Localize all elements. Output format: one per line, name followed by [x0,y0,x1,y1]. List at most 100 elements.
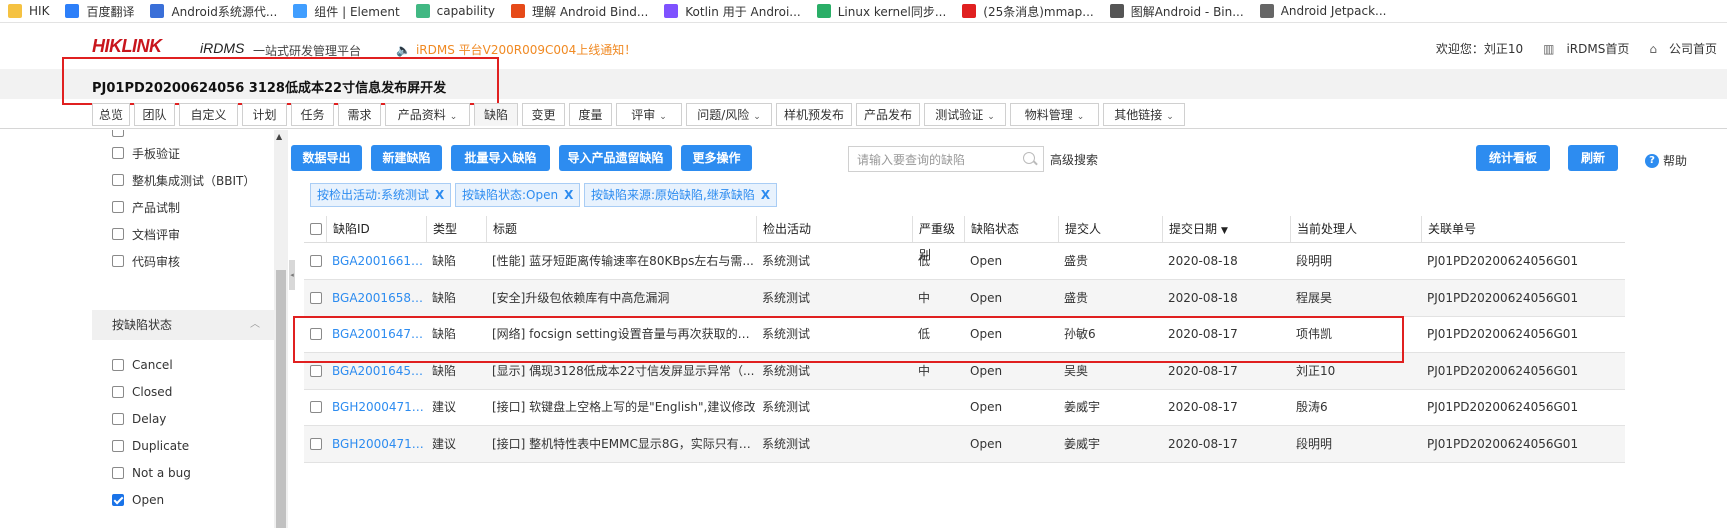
tab-item[interactable]: 问题/风险 ⌄ [686,103,772,126]
checkbox[interactable] [112,228,124,240]
more-actions-button[interactable]: 更多操作 [681,145,752,171]
row-checkbox[interactable] [310,437,322,450]
column-header-defect-id[interactable]: 缺陷ID [326,216,426,242]
bookmark-item[interactable]: Android Jetpack... [1252,0,1395,22]
column-header-type[interactable]: 类型 [426,216,486,242]
checkbox[interactable] [112,174,124,186]
batch-import-button[interactable]: 批量导入缺陷 [451,145,550,171]
scroll-up-arrow-icon[interactable]: ▲ [276,132,282,141]
bookmark-item[interactable]: capability [408,0,503,22]
tab-item[interactable]: 测试验证 ⌄ [924,103,1006,126]
column-header-status[interactable]: 缺陷状态 [964,216,1058,242]
bookmark-item[interactable]: Android系统源代... [142,0,285,22]
close-icon[interactable]: X [435,188,444,202]
activity-filter-item[interactable]: 产品试制 [112,197,180,217]
filter-chip[interactable]: 按缺陷状态:Open X [455,183,581,207]
tab-item[interactable]: 产品发布 [856,103,920,126]
bookmark-item[interactable]: Kotlin 用于 Androi... [656,0,808,22]
checkbox[interactable] [112,494,124,506]
cell-title[interactable]: [性能] 蓝牙短距离传输速率在80KBps左右与需... [486,243,756,279]
advanced-search-link[interactable]: 高级搜索 [1050,151,1098,168]
checkbox[interactable] [112,255,124,267]
checkbox[interactable] [112,130,124,137]
status-filter-item[interactable]: Not a bug [112,463,191,483]
tab-item[interactable]: 团队 [134,103,175,126]
status-filter-item[interactable]: Cancel [112,355,173,375]
sidebar-collapse-handle[interactable]: ◂ [289,260,295,290]
activity-filter-item[interactable]: 手板验证 [112,143,180,163]
tab-item[interactable]: 其他链接 ⌄ [1103,103,1185,126]
dashboard-button[interactable]: 统计看板 [1476,145,1550,171]
status-filter-item[interactable]: Duplicate [112,436,189,456]
table-row[interactable]: BGH200047117 建议 [接口] 软键盘上空格上写的是"English",建… [304,389,1625,426]
tab-item[interactable]: 需求 [338,103,381,126]
export-button[interactable]: 数据导出 [291,145,362,171]
filter-chip[interactable]: 按检出活动:系统测试 X [310,183,452,207]
tab-item[interactable]: 任务 [291,103,334,126]
activity-filter-item[interactable]: 代码审核 [112,251,180,271]
column-header-activity[interactable]: 检出活动 [756,216,912,242]
tab-item[interactable]: 样机预发布 [776,103,852,126]
hiklink-logo[interactable]: HIKLINK [92,36,162,57]
status-filter-header[interactable]: 按缺陷状态 ︿ [92,310,274,340]
status-filter-item[interactable]: Delay [112,409,166,429]
import-legacy-button[interactable]: 导入产品遗留缺陷 [559,145,672,171]
sort-desc-icon[interactable]: ▼ [1221,226,1228,236]
bookmark-item[interactable]: HIK [0,0,57,22]
bookmark-item[interactable]: 图解Android - Bin... [1102,0,1252,22]
checkbox[interactable] [112,413,124,425]
close-icon[interactable]: X [761,188,770,202]
tab-item[interactable]: 产品资料 ⌄ [385,103,470,126]
bookmark-item[interactable]: Linux kernel同步... [809,0,955,22]
help-link[interactable]: ? 帮助 [1645,152,1687,169]
defect-id-link[interactable]: BGH200047102 [326,426,426,462]
table-row[interactable]: BGA200166139 缺陷 [性能] 蓝牙短距离传输速率在80KBps左右与需.… [304,243,1625,280]
checkbox[interactable] [112,467,124,479]
activity-filter-item[interactable]: 整机集成测试（BBIT） [112,170,255,190]
search-icon[interactable] [1023,152,1035,164]
row-checkbox[interactable] [310,364,322,377]
defect-id-link[interactable]: BGA200165840 [326,280,426,316]
column-header-handler[interactable]: 当前处理人 [1290,216,1421,242]
company-home-link[interactable]: ⌂ 公司首页 [1639,40,1717,57]
tab-item[interactable]: 物料管理 ⌄ [1010,103,1099,126]
row-checkbox[interactable] [310,255,322,267]
bookmark-item[interactable]: 百度翻译 [57,0,142,22]
irdms-home-link[interactable]: ▥ iRDMS首页 [1533,40,1629,57]
column-header-ref[interactable]: 关联单号 [1421,216,1625,242]
tab-item[interactable]: 总览 [92,103,130,126]
column-header-title[interactable]: 标题 [486,216,756,242]
column-header-date[interactable]: 提交日期 ▼ [1162,216,1290,242]
status-filter-item[interactable]: Closed [112,382,172,402]
tab-item[interactable]: 缺陷 [474,103,518,126]
row-checkbox[interactable] [310,291,322,304]
tab-item[interactable]: 计划 [242,103,287,126]
tab-item[interactable]: 自定义 [179,103,238,126]
announcement-link[interactable]: 🔈 iRDMS 平台V200R009C004上线通知！ [396,41,636,58]
column-header-submitter[interactable]: 提交人 [1058,216,1162,242]
defect-id-link[interactable]: BGH200047117 [326,389,426,425]
tab-item[interactable]: 变更 [522,103,565,126]
sidebar-scroll-thumb[interactable] [276,270,286,528]
cell-title[interactable]: [接口] 软键盘上空格上写的是"English",建议修改 [486,389,756,425]
checkbox[interactable] [112,201,124,213]
table-row[interactable]: BGH200047102 建议 [接口] 整机特性表中EMMC显示8G，实际只有4.… [304,425,1625,463]
tab-item[interactable]: 评审 ⌄ [616,103,682,126]
checkbox[interactable] [112,386,124,398]
checkbox[interactable] [112,147,124,159]
defect-id-link[interactable]: BGA200166139 [326,243,426,279]
checkbox[interactable] [112,359,124,371]
status-filter-item[interactable]: Open [112,490,164,510]
sidebar-item-partial[interactable] [112,130,132,141]
tab-item[interactable]: 度量 [569,103,612,126]
table-row[interactable]: BGA200165840 缺陷 [安全]升级包依赖库有中高危漏洞 系统测试 中 Open 盛… [304,279,1625,317]
new-defect-button[interactable]: 新建缺陷 [371,145,442,171]
defect-search-input[interactable] [855,148,1019,172]
bookmark-item[interactable]: 理解 Android Bind... [503,0,656,22]
column-header-severity[interactable]: 严重级别 [912,216,964,262]
checkbox[interactable] [112,440,124,452]
close-icon[interactable]: X [564,188,573,202]
row-checkbox[interactable] [310,401,322,413]
cell-title[interactable]: [接口] 整机特性表中EMMC显示8G，实际只有4... [486,426,756,462]
bookmark-item[interactable]: 组件 | Element [285,0,407,22]
